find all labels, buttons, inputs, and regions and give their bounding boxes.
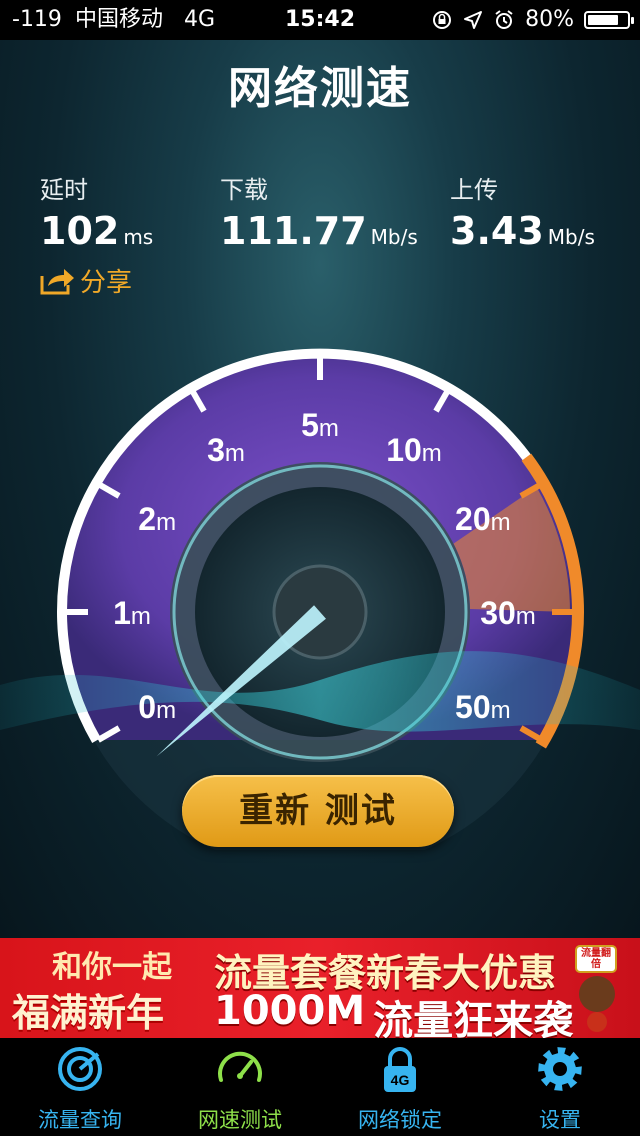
tab-label: 设置 <box>539 1108 581 1132</box>
upload-unit: Mb/s <box>547 225 595 249</box>
banner-tagline: 流量狂来袭 <box>373 998 574 1038</box>
latency-value: 102 <box>40 209 120 253</box>
banner-line2: 福满新年 <box>12 991 165 1035</box>
upload-stat: 上传 3.43 Mb/s <box>450 170 595 253</box>
battery-fill <box>588 15 619 25</box>
lock-4g-icon: 4G <box>384 1047 416 1092</box>
tab-label: 流量查询 <box>38 1108 122 1132</box>
speedometer-icon <box>218 1051 262 1082</box>
lock-badge-text: 4G <box>391 1072 410 1088</box>
mascot-text: 流量翻倍 <box>581 948 611 970</box>
tab-speed-test[interactable]: 网速测试 <box>160 1038 320 1136</box>
download-label: 下载 <box>220 176 268 204</box>
mascot-image: 流量翻倍 <box>562 944 632 1032</box>
tab-label: 网速测试 <box>198 1108 282 1132</box>
latency-stat: 延时 102 ms <box>40 170 153 253</box>
page-title: 网络测速 <box>228 63 412 114</box>
latency-unit: ms <box>123 225 154 249</box>
status-bar: -119 中国移动 4G 15:42 80% <box>0 0 640 40</box>
download-unit: Mb/s <box>370 225 418 249</box>
download-stat: 下载 111.77 Mb/s <box>220 170 418 253</box>
battery-percent: 80% <box>525 7 574 32</box>
gear-hole <box>553 1062 567 1076</box>
location-arrow-icon <box>464 11 483 29</box>
ad-banner[interactable]: 和你一起 福满新年 流量套餐新春大优惠 1000M 流量狂来袭 流量翻倍 <box>0 938 640 1038</box>
tab-settings[interactable]: 设置 <box>480 1038 640 1136</box>
alarm-clock-icon <box>495 10 513 29</box>
speedometer-gauge: 0m1m2m3m5m10m20m30m50m <box>0 348 640 850</box>
rotation-lock-icon <box>433 11 452 29</box>
tab-label: 网络锁定 <box>358 1108 442 1132</box>
gear-icon <box>538 1047 582 1091</box>
radar-icon <box>58 1047 102 1091</box>
upload-value: 3.43 <box>450 209 544 253</box>
download-value: 111.77 <box>220 209 367 253</box>
upload-label: 上传 <box>450 176 498 204</box>
banner-line1: 和你一起 <box>52 950 172 985</box>
battery-icon <box>584 11 634 29</box>
banner-amount: 1000M <box>214 988 366 1034</box>
speed-test-screen: 网络测速 延时 102 ms 下载 111.77 Mb/s 上传 3.43 Mb/s … <box>0 40 640 938</box>
latency-label: 延时 <box>40 176 88 204</box>
tab-traffic-query[interactable]: 流量查询 <box>0 1038 160 1136</box>
tab-network-lock[interactable]: 4G 网络锁定 <box>320 1038 480 1136</box>
tab-bar: 流量查询 网速测试 4G 网络锁定 设置 <box>0 1038 640 1136</box>
retest-button[interactable]: 重新 测试 <box>182 775 454 847</box>
